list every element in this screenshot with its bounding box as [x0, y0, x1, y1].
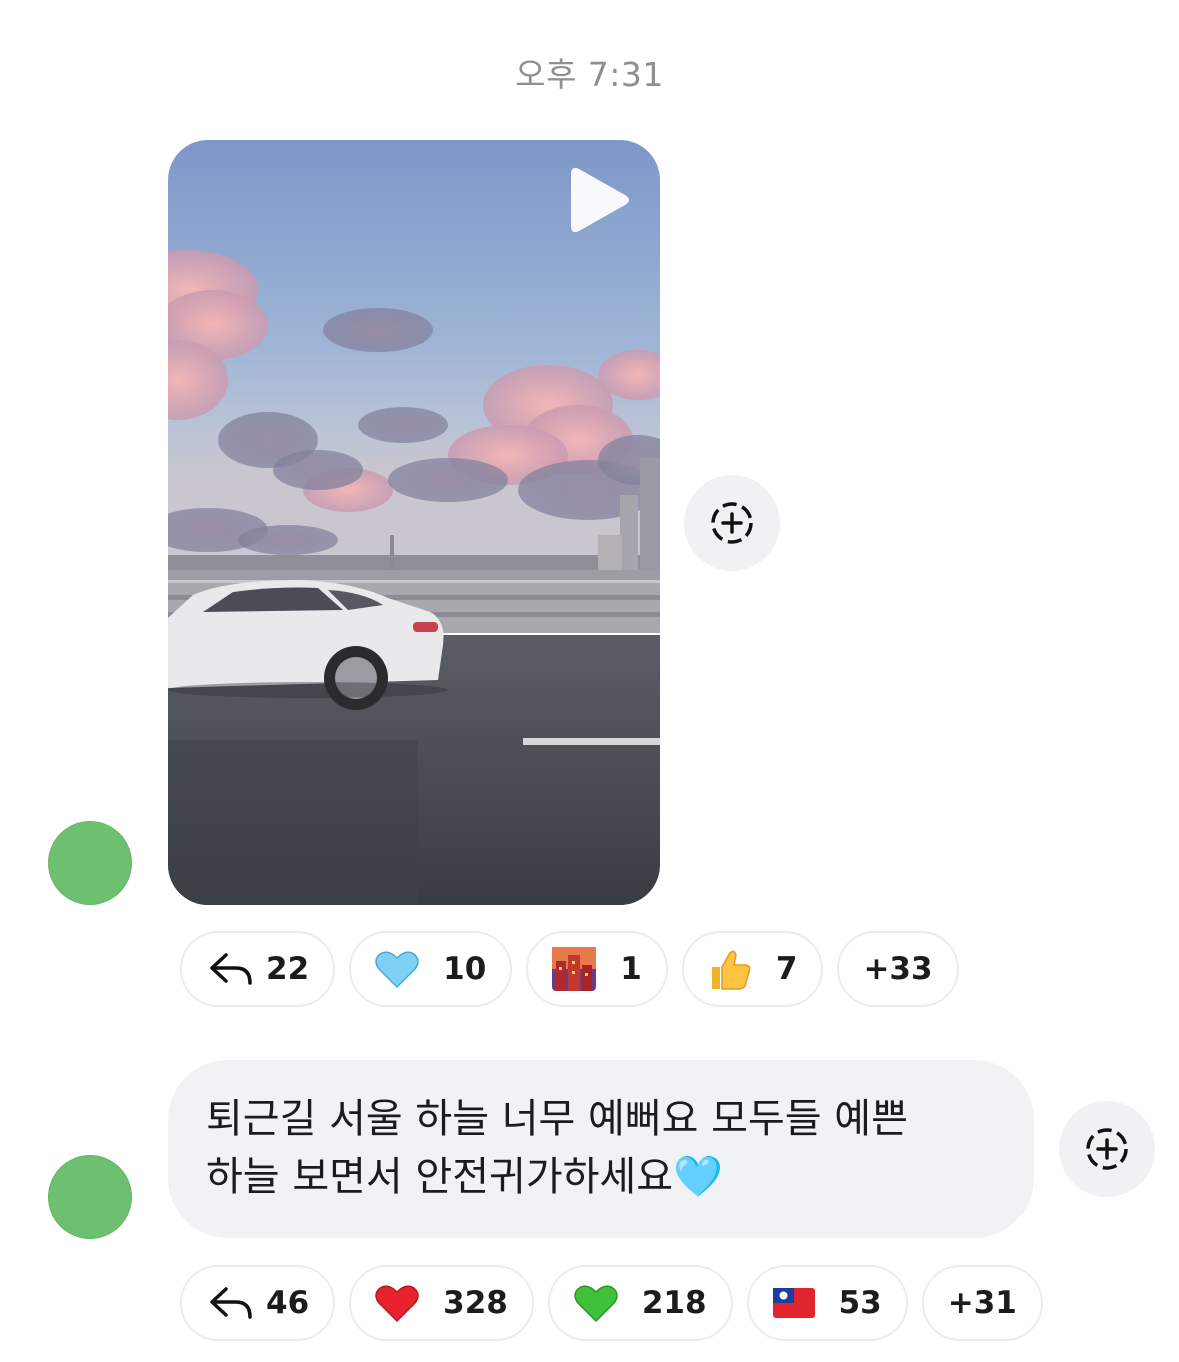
reply-count-chip[interactable]: 46	[180, 1265, 336, 1341]
sender-avatar[interactable]	[48, 1155, 132, 1239]
blue-heart-icon	[375, 949, 429, 989]
message-text-line: 퇴근길 서울 하늘 너무 예뻐요 모두들 예쁜	[206, 1096, 908, 1142]
reaction-row: 22 10 1 7 +33	[180, 931, 959, 1007]
reaction-chip-blue-heart[interactable]: 10	[349, 931, 513, 1007]
play-icon[interactable]	[565, 163, 635, 241]
more-reactions-chip[interactable]: +33	[837, 931, 959, 1007]
reaction-count: 1	[620, 951, 642, 987]
reaction-count: 53	[838, 1285, 882, 1321]
reaction-chip-red-heart[interactable]: 328	[349, 1265, 534, 1341]
add-reaction-button[interactable]	[684, 475, 780, 571]
add-reaction-button[interactable]	[1059, 1101, 1155, 1197]
night-city-icon	[552, 947, 606, 991]
reaction-chip-green-heart[interactable]: 218	[547, 1265, 733, 1341]
reply-count: 46	[266, 1285, 310, 1321]
reply-count-chip[interactable]: 22	[180, 931, 336, 1007]
red-heart-icon	[375, 1283, 429, 1323]
reply-count: 22	[266, 951, 310, 987]
thumbs-up-icon	[708, 947, 762, 991]
reaction-count: 7	[775, 951, 798, 987]
taiwan-flag-icon	[772, 1288, 825, 1318]
add-reaction-icon	[711, 502, 753, 544]
video-scene	[168, 140, 660, 905]
reaction-chip-thumbs-up[interactable]: 7	[681, 931, 824, 1007]
reaction-count: 10	[443, 951, 487, 987]
reply-arrow-icon	[210, 953, 252, 985]
add-reaction-icon	[1086, 1128, 1128, 1170]
reaction-chip-taiwan-flag[interactable]: 53	[746, 1265, 908, 1341]
reaction-chip-night-city[interactable]: 1	[526, 931, 668, 1007]
message-timestamp: 오후 7:31	[515, 55, 664, 94]
sender-avatar[interactable]	[48, 821, 132, 905]
reply-arrow-icon	[210, 1287, 252, 1319]
reaction-count: 218	[641, 1285, 707, 1321]
message-text-line: 하늘 보면서 안전귀가하세요🩵	[206, 1154, 723, 1200]
video-thumbnail[interactable]	[168, 140, 660, 905]
reaction-row: 46 328 218 53 +31	[180, 1265, 1043, 1341]
more-reactions-chip[interactable]: +31	[921, 1265, 1043, 1341]
green-heart-icon	[574, 1283, 628, 1323]
reaction-count: 328	[443, 1285, 508, 1321]
more-reactions-count: +31	[947, 1285, 1017, 1321]
message-bubble[interactable]: 퇴근길 서울 하늘 너무 예뻐요 모두들 예쁜 하늘 보면서 안전귀가하세요🩵	[168, 1060, 1034, 1238]
more-reactions-count: +33	[863, 951, 933, 987]
